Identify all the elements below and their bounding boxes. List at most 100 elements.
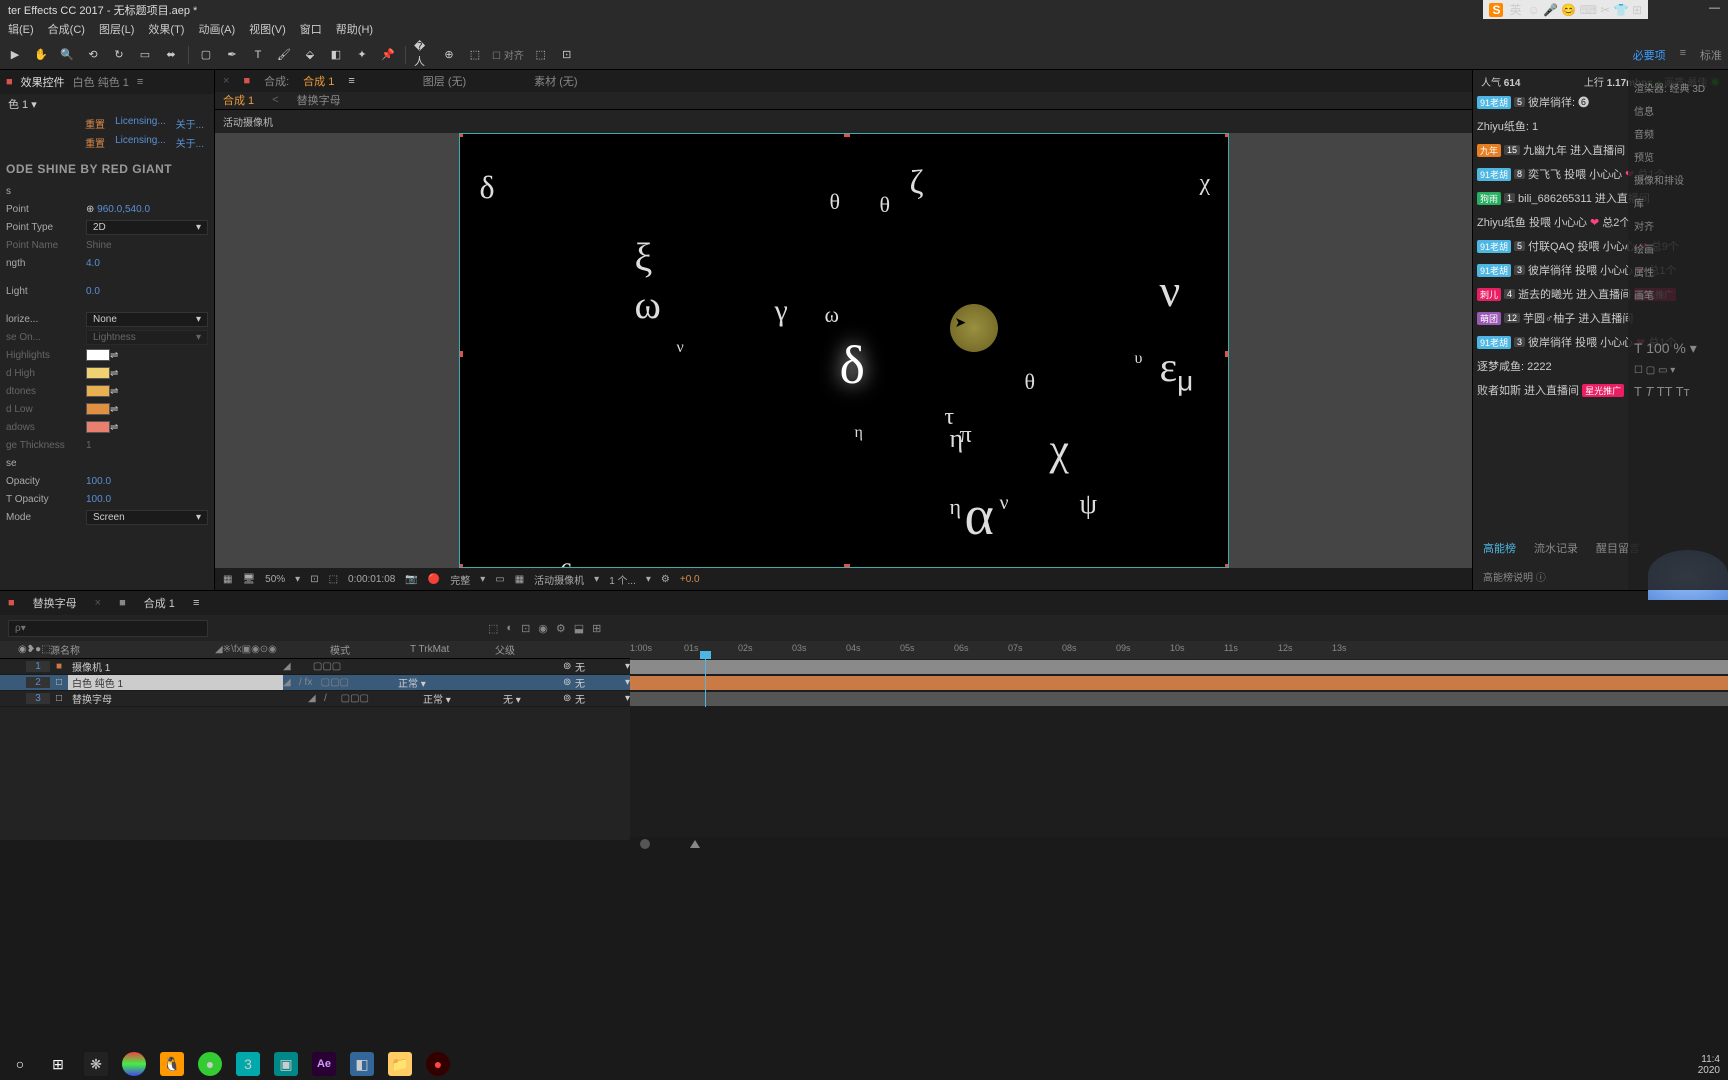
licensing-link[interactable]: Licensing... [115,116,166,131]
menu-effect[interactable]: 效果(T) [148,21,184,37]
about-link[interactable]: 关于... [176,116,204,131]
layer-tab[interactable]: 图层 (无) [423,73,466,89]
puppet-tool-icon[interactable]: 📌 [379,46,397,64]
app-3ds-icon[interactable]: 3 [236,1052,260,1076]
tl-icon-5[interactable]: ⚙ [556,622,566,635]
menu-help[interactable]: 帮助(H) [336,21,373,37]
layer-row-2[interactable]: 2 □ 白色 纯色 1 ◢ / fx ▢▢▢ 正常 ▾ ⊚ 无▾ [0,675,630,691]
panel-menu-icon[interactable]: ≡ [137,76,143,88]
chat-tab-flow[interactable]: 流水记录 [1534,540,1578,556]
highlights-swatch[interactable] [86,349,110,361]
col-parent[interactable]: 父级 [495,642,585,657]
tl-icon-3[interactable]: ⊡ [521,622,530,635]
dlow-swatch[interactable] [86,403,110,415]
tl-icon-4[interactable]: ◉ [538,622,548,635]
shape-tool-icon[interactable]: ▢ [197,46,215,64]
info-panel[interactable]: 信息 [1632,99,1724,122]
menu-comp[interactable]: 合成(C) [48,21,85,37]
about-link-2[interactable]: 关于... [176,135,204,150]
roto-tool-icon[interactable]: ✦ [353,46,371,64]
dhigh-swatch[interactable] [86,367,110,379]
adows-swatch[interactable] [86,421,110,433]
layer-selector[interactable]: 色 1 ▾ [0,94,214,114]
topacity-value[interactable]: 100.0 [86,494,111,505]
camera-dropdown[interactable]: 活动摄像机 [534,572,584,587]
timeline-search[interactable] [8,620,208,637]
viewport[interactable]: δ ξω θ θ ζ χ ν γ ω δ η θ υ ν εμ τ π η η … [215,133,1472,568]
time-ruler[interactable]: 1:00s01s02s03s04s05s06s07s08s09s10s11s12… [630,641,1728,659]
lib-panel[interactable]: 库 [1632,191,1724,214]
camera-tool-icon[interactable]: ▭ [136,46,154,64]
pan-tool-icon[interactable]: ⬌ [162,46,180,64]
length-value[interactable]: 4.0 [86,258,100,269]
col-trk[interactable]: T TrkMat [410,644,495,655]
tl-icon-7[interactable]: ⊞ [592,622,601,635]
comp-close-icon[interactable]: × [223,75,229,87]
playhead[interactable] [705,659,706,707]
app-wechat-icon[interactable]: ● [198,1052,222,1076]
snap-obj-icon[interactable]: ⬚ [532,46,550,64]
light-value[interactable]: 0.0 [86,286,100,297]
snap-ext-icon[interactable]: ⊡ [558,46,576,64]
app-chrome-icon[interactable] [122,1052,146,1076]
app-explorer-icon[interactable]: 📁 [388,1052,412,1076]
snapshot-icon[interactable]: 📷 [405,574,417,585]
workspace-essentials[interactable]: 必要项 [1633,47,1666,63]
app-record-icon[interactable]: ● [426,1052,450,1076]
menu-layer[interactable]: 图层(L) [99,21,134,37]
grid-icon[interactable]: ▦ [223,574,232,585]
start-icon[interactable]: ○ [8,1052,32,1076]
snap-label[interactable]: ☐ 对齐 [492,47,524,62]
align-panel[interactable]: 对齐 [1632,214,1724,237]
dtones-swatch[interactable] [86,385,110,397]
preview-panel[interactable]: 预览 [1632,145,1724,168]
colorize-dropdown[interactable]: None▾ [86,312,208,327]
audio-panel[interactable]: 音频 [1632,122,1724,145]
crosshair-icon[interactable]: ⊕ [86,204,94,215]
res-half-icon[interactable]: ⬚ [329,574,338,585]
hand-tool-icon[interactable]: ✋ [32,46,50,64]
timeline-scrollbar[interactable] [630,837,1728,851]
reset-link[interactable]: 重置 [85,116,105,131]
menu-edit[interactable]: 辑(E) [8,21,34,37]
subtab-comp[interactable]: 合成 1 [223,92,254,108]
col-mode[interactable]: 模式 [330,642,410,657]
tl-icon-2[interactable]: ◐ [506,622,513,635]
axis-local-icon[interactable]: �人 [414,46,432,64]
ptype-dropdown[interactable]: 2D▾ [86,220,208,235]
window-min[interactable]: — [1709,2,1720,16]
text-tool-icon[interactable]: T [249,46,267,64]
axis-world-icon[interactable]: ⊕ [440,46,458,64]
workspace-menu-icon[interactable]: ≡ [1680,47,1686,63]
brush-tool-icon[interactable]: 🖌 [275,46,293,64]
channel-icon[interactable]: 🔴 [428,574,440,585]
footage-tab[interactable]: 素材 (无) [534,73,577,89]
opacity-value[interactable]: 100.0 [86,476,111,487]
tl-tab-replace[interactable]: 替换字母 [33,595,77,611]
tl-icon-6[interactable]: ⬓ [574,622,584,635]
mode-dropdown[interactable]: Screen▾ [86,510,208,525]
menu-window[interactable]: 窗口 [300,21,322,37]
views-dropdown[interactable]: 1 个... [609,572,636,587]
app-teal-icon[interactable]: ▣ [274,1052,298,1076]
eraser-tool-icon[interactable]: ◧ [327,46,345,64]
app-qq-icon[interactable]: 🐧 [160,1052,184,1076]
layer-row-3[interactable]: 3 □ 替换字母 ◢ / ▢▢▢ 正常 ▾ 无 ▾ ⊚ 无▾ [0,691,630,707]
app-ae-icon[interactable]: Ae [312,1052,336,1076]
tl-icon-1[interactable]: ⬚ [488,622,498,635]
selection-tool-icon[interactable]: ▶ [6,46,24,64]
point-value[interactable]: 960.0,540.0 [97,204,150,215]
track-bar-2[interactable] [630,676,1728,690]
axis-view-icon[interactable]: ⬚ [466,46,484,64]
workspace-standard[interactable]: 标准 [1700,47,1722,63]
exposure-value[interactable]: +0.0 [680,574,700,585]
rotate-tool-icon[interactable]: ↻ [110,46,128,64]
col-source[interactable]: 源名称 [50,642,215,657]
res-full-icon[interactable]: ⊡ [310,574,318,585]
paint-panel[interactable]: 绘画 [1632,237,1724,260]
panel-tab-fx[interactable]: 效果控件 [21,74,65,90]
subtab-replace[interactable]: 替换字母 [297,92,341,108]
transparency-icon[interactable]: ▦ [515,574,524,585]
brush-panel[interactable]: 画笔 [1632,283,1724,306]
menu-view[interactable]: 视图(V) [249,21,286,37]
